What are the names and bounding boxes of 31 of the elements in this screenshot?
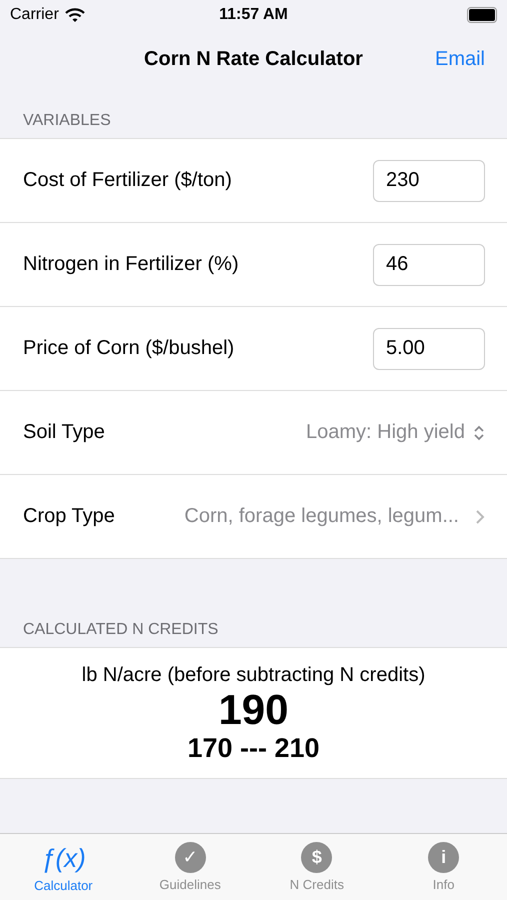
email-button[interactable]: Email bbox=[434, 48, 485, 70]
field-label: Soil Type bbox=[23, 421, 105, 444]
dollar-icon: $ bbox=[301, 842, 332, 873]
info-icon: i bbox=[428, 842, 460, 873]
wifi-icon bbox=[64, 8, 85, 22]
number-field[interactable]: 46 bbox=[373, 244, 485, 286]
n-rate-range: 170 --- 210 bbox=[187, 733, 320, 764]
section-header: VARIABLES bbox=[22, 111, 112, 131]
tab[interactable]: ƒ(x) Calculator bbox=[0, 834, 127, 900]
tab[interactable]: ✓ Guidelines bbox=[126, 834, 254, 900]
crop-selector[interactable]: Corn, forage legumes, legum... bbox=[184, 505, 485, 528]
updown-chevron-icon bbox=[473, 424, 485, 440]
field-label: Cost of Fertilizer ($/ton) bbox=[23, 169, 232, 192]
field-label: Nitrogen in Fertilizer (%) bbox=[23, 253, 239, 276]
battery-icon bbox=[467, 7, 497, 23]
n-rate-value: 190 bbox=[218, 687, 289, 734]
soil-picker[interactable]: Loamy: High yield bbox=[306, 421, 485, 444]
clock: 11:57 AM bbox=[219, 6, 288, 23]
number-field[interactable]: 230 bbox=[373, 160, 485, 202]
screen-title: Corn N Rate Calculator bbox=[144, 48, 363, 70]
result-caption: lb N/acre (before subtracting N credits) bbox=[82, 664, 426, 687]
check-icon: ✓ bbox=[174, 842, 206, 873]
tab[interactable]: i Info bbox=[380, 834, 507, 900]
tab[interactable]: $ N Credits bbox=[254, 834, 380, 900]
function-icon: ƒ(x) bbox=[40, 842, 86, 874]
field-label: Crop Type bbox=[23, 505, 115, 528]
chevron-right-icon bbox=[475, 508, 485, 524]
section-header: CALCULATED N CREDITS bbox=[22, 620, 220, 640]
number-field[interactable]: 5.00 bbox=[373, 328, 485, 370]
field-label: Price of Corn ($/bushel) bbox=[23, 337, 234, 360]
carrier-name: Carrier bbox=[10, 6, 59, 24]
